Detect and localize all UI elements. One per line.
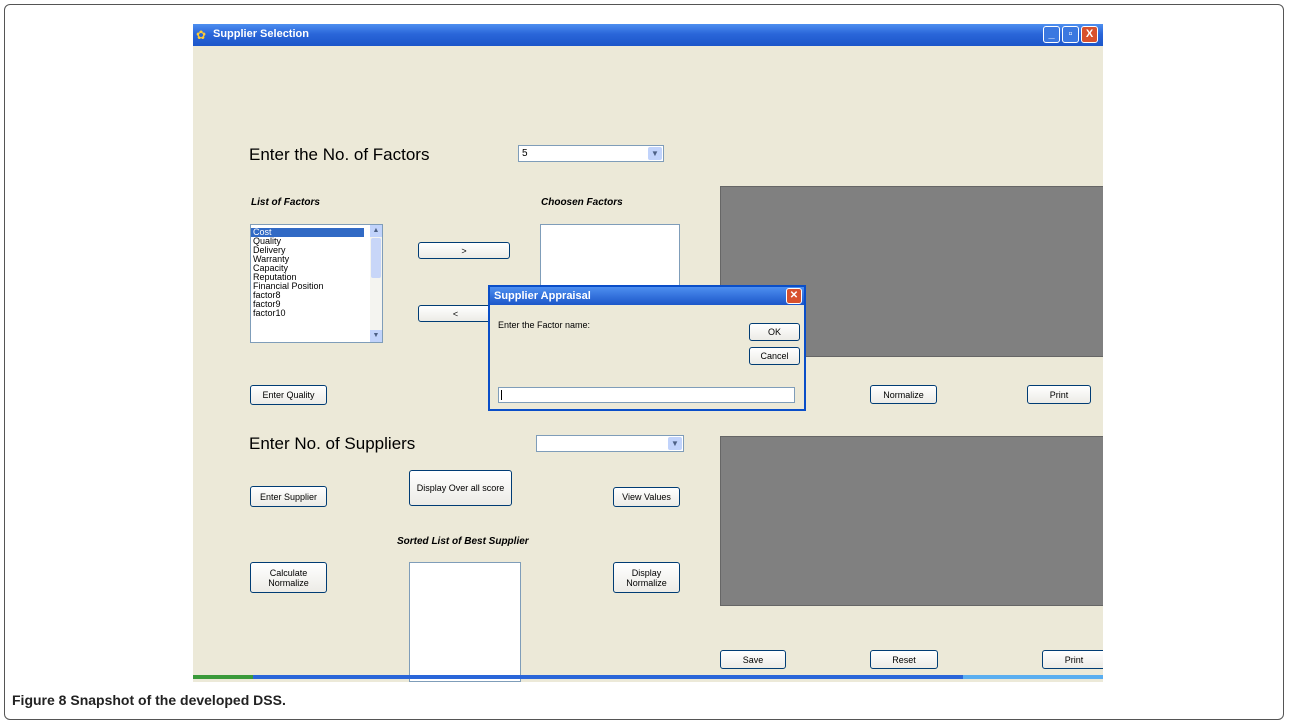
chevron-down-icon[interactable]: ▼ (668, 437, 682, 450)
ok-button[interactable]: OK (749, 323, 800, 341)
factors-listbox[interactable]: Cost Quality Delivery Warranty Capacity … (250, 224, 383, 343)
taskbar-strip (193, 675, 1103, 679)
scroll-down-icon[interactable]: ▼ (370, 330, 382, 342)
dialog-title: Supplier Appraisal (494, 290, 591, 302)
display-normalize-button[interactable]: Display Normalize (613, 562, 680, 593)
enter-quality-button[interactable]: Enter Quality (250, 385, 327, 405)
chevron-down-icon[interactable]: ▼ (648, 147, 662, 160)
restore-button[interactable]: ▫ (1062, 26, 1079, 43)
view-values-button[interactable]: View Values (613, 487, 680, 507)
chosen-factors-label: Choosen Factors (541, 197, 623, 208)
close-button[interactable]: X (1081, 26, 1098, 43)
title-bar[interactable]: ✿ Supplier Selection _ ▫ X (193, 24, 1103, 46)
display-overall-score-button[interactable]: Display Over all score (409, 470, 512, 506)
dialog-prompt: Enter the Factor name: (498, 320, 591, 330)
calculate-normalize-button[interactable]: Calculate Normalize (250, 562, 327, 593)
listbox-scrollbar[interactable]: ▲ ▼ (370, 225, 382, 342)
caption-text: Snapshot of the developed DSS. (70, 692, 286, 708)
suppliers-count-combo[interactable]: ▼ (536, 435, 684, 452)
normalize-button[interactable]: Normalize (870, 385, 937, 404)
factors-count-combo[interactable]: 5 ▼ (518, 145, 664, 162)
print-bottom-button[interactable]: Print (1042, 650, 1103, 669)
suppliers-count-label: Enter No. of Suppliers (249, 434, 416, 453)
add-factor-button[interactable]: > (418, 242, 510, 259)
close-icon[interactable]: ✕ (786, 288, 802, 304)
factors-count-label: Enter the No. of Factors (249, 145, 430, 164)
text-caret (501, 390, 502, 400)
print-top-button[interactable]: Print (1027, 385, 1091, 404)
chosen-factors-listbox[interactable] (540, 224, 680, 290)
app-icon: ✿ (196, 28, 207, 42)
dialog-title-bar[interactable]: Supplier Appraisal ✕ (490, 287, 804, 305)
cancel-button[interactable]: Cancel (749, 347, 800, 365)
factor-name-input[interactable] (498, 387, 795, 403)
caption-prefix: Figure 8 (12, 692, 67, 708)
sorted-list-label: Sorted List of Best Supplier (397, 536, 529, 547)
scroll-up-icon[interactable]: ▲ (370, 225, 382, 237)
main-window: ✿ Supplier Selection _ ▫ X Enter the No.… (193, 24, 1103, 682)
factors-count-value: 5 (522, 148, 528, 159)
remove-factor-button[interactable]: < (418, 305, 493, 322)
scroll-thumb[interactable] (371, 238, 381, 278)
figure-caption: Figure 8 Snapshot of the developed DSS. (12, 692, 286, 708)
sorted-suppliers-listbox[interactable] (409, 562, 521, 682)
list-of-factors-label: List of Factors (251, 197, 320, 208)
window-title: Supplier Selection (213, 28, 309, 40)
minimize-button[interactable]: _ (1043, 26, 1060, 43)
list-item[interactable]: factor10 (251, 309, 382, 318)
enter-supplier-button[interactable]: Enter Supplier (250, 486, 327, 507)
reset-button[interactable]: Reset (870, 650, 938, 669)
suppliers-grid-panel (720, 436, 1103, 606)
supplier-appraisal-dialog: Supplier Appraisal ✕ Enter the Factor na… (488, 285, 806, 411)
save-button[interactable]: Save (720, 650, 786, 669)
